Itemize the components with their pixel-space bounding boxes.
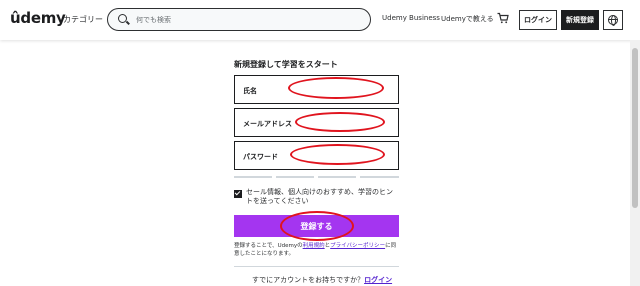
terms-prefix: 登録することで、Udemyの: [234, 243, 303, 249]
teach-on-udemy-link[interactable]: Udemyで教える: [441, 14, 494, 24]
top-navbar: ûdemy カテゴリー Udemy Business Udemyで教える ログイ…: [0, 0, 640, 40]
udemy-business-link[interactable]: Udemy Business: [382, 14, 440, 22]
email-field[interactable]: メールアドレス: [234, 108, 399, 137]
language-button[interactable]: [603, 10, 623, 30]
password-strength-bar: [276, 176, 314, 178]
password-input[interactable]: [295, 148, 390, 164]
email-input[interactable]: [295, 115, 390, 131]
name-input[interactable]: [295, 82, 390, 98]
terms-of-use-link[interactable]: 利用規約: [303, 243, 325, 249]
register-button[interactable]: 登録する: [234, 215, 399, 237]
login-link[interactable]: ログイン: [364, 276, 392, 284]
category-menu[interactable]: カテゴリー: [63, 14, 103, 25]
have-account-text: すでにアカウントをお持ちですか？: [252, 276, 365, 284]
have-account-row: すでにアカウントをお持ちですか？ログイン: [252, 275, 392, 285]
name-label: 氏名: [243, 87, 257, 95]
globe-icon: [608, 15, 618, 26]
signup-button[interactable]: 新規登録: [561, 10, 599, 30]
udemy-logo[interactable]: ûdemy: [10, 9, 66, 27]
newsletter-checkbox[interactable]: [234, 190, 242, 198]
signup-title: 新規登録して学習をスタート: [234, 60, 338, 69]
name-field[interactable]: 氏名: [234, 75, 399, 104]
password-strength-bar: [360, 176, 399, 178]
logo-text: ûdemy: [10, 9, 66, 27]
page-scrollbar[interactable]: [630, 40, 640, 286]
password-label: パスワード: [243, 153, 278, 161]
password-strength-bar: [318, 176, 356, 178]
search-icon: [118, 14, 127, 23]
search-input[interactable]: [136, 13, 356, 27]
terms-notice: 登録することで、Udemyの利用規約とプライバシーポリシーに同意したことになりま…: [234, 242, 399, 258]
login-button[interactable]: ログイン: [519, 10, 557, 30]
cart-icon[interactable]: [497, 12, 509, 24]
newsletter-label: セール情報、個人向けのおすすめ、学習のヒントを送ってください: [246, 188, 393, 205]
divider: [234, 266, 399, 267]
search-bar[interactable]: [107, 8, 371, 31]
privacy-policy-link[interactable]: プライバシーポリシー: [330, 243, 385, 249]
email-label: メールアドレス: [243, 120, 292, 128]
scrollbar-thumb[interactable]: [632, 48, 638, 208]
password-strength-bar: [234, 176, 272, 178]
password-field[interactable]: パスワード: [234, 141, 399, 170]
